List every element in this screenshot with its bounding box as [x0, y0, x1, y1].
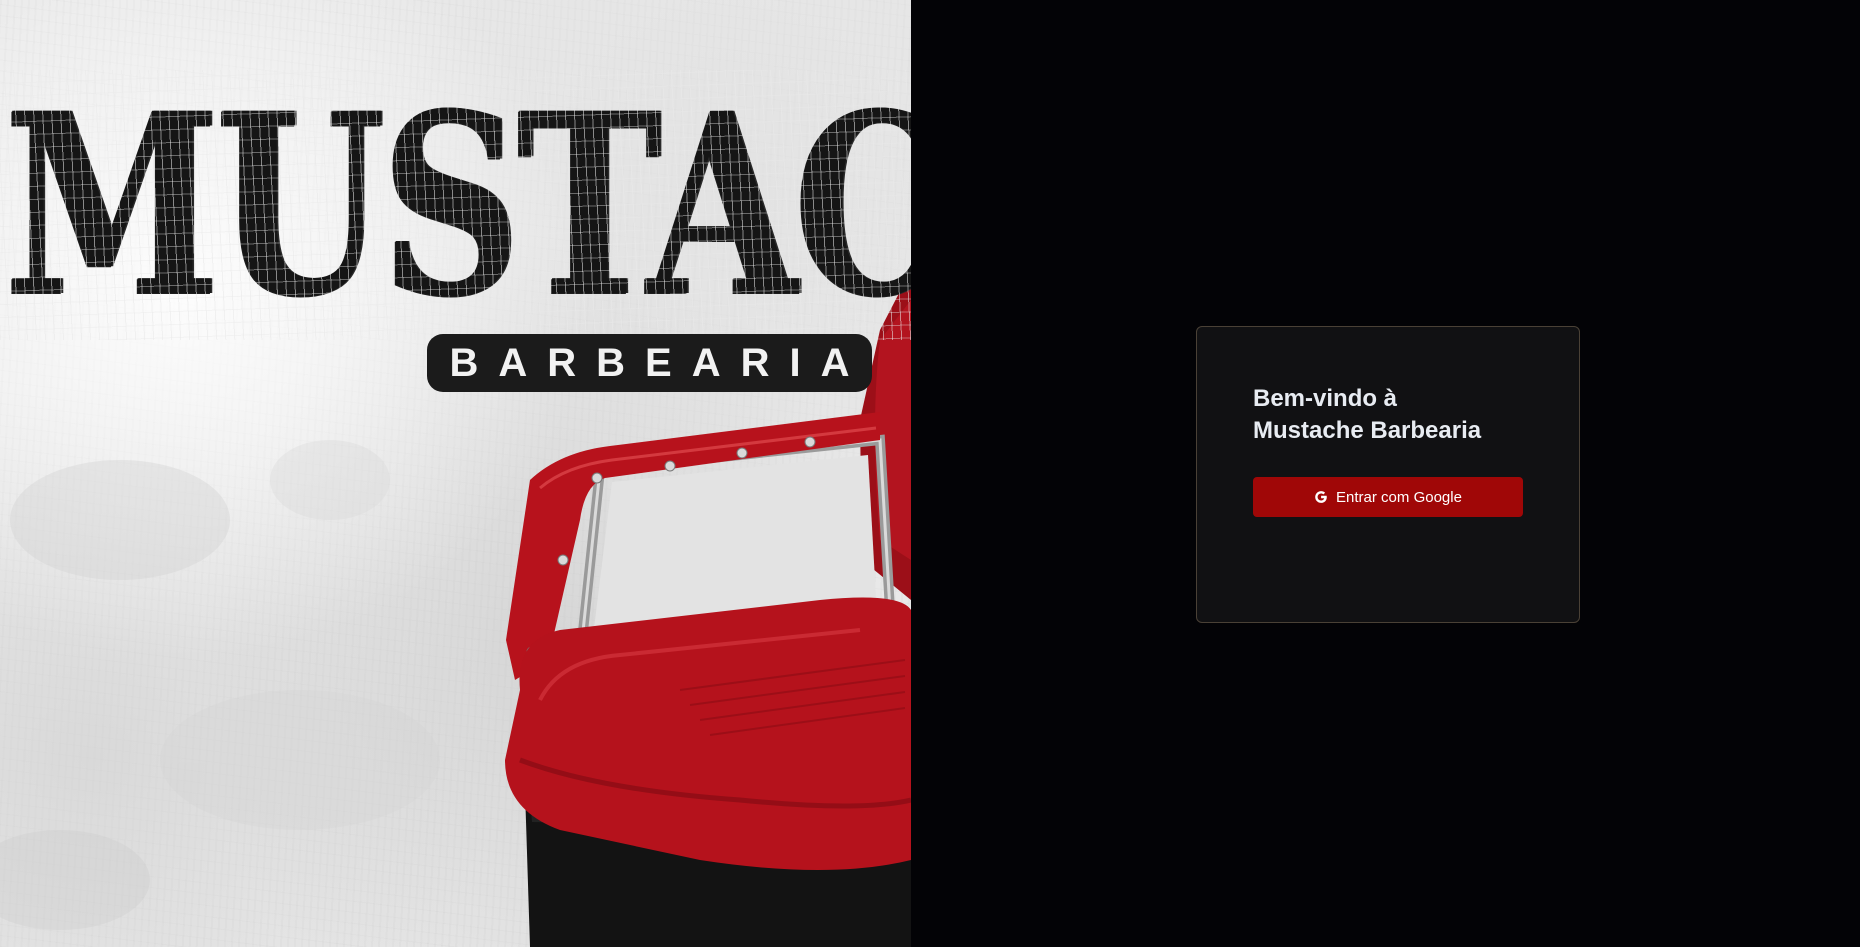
hero-image: MUSTACHE BARBEARIA [0, 0, 911, 947]
welcome-title: Bem-vindo à Mustache Barbearia [1253, 383, 1523, 447]
welcome-title-line1: Bem-vindo à [1253, 385, 1398, 412]
google-g-icon [1314, 490, 1328, 504]
login-card: Bem-vindo à Mustache Barbearia Entrar co… [1196, 326, 1580, 623]
login-panel: Bem-vindo à Mustache Barbearia Entrar co… [911, 0, 1860, 947]
google-sign-in-label: Entrar com Google [1336, 488, 1462, 506]
google-sign-in-button[interactable]: Entrar com Google [1253, 477, 1523, 517]
welcome-title-line2: Mustache Barbearia [1253, 417, 1482, 444]
login-page: MUSTACHE BARBEARIA Bem-vindo à Mustache … [0, 0, 1860, 947]
logo-wordmark: MUSTACHE [4, 58, 911, 352]
logo-subtitle-badge: BARBEARIA [427, 334, 872, 392]
